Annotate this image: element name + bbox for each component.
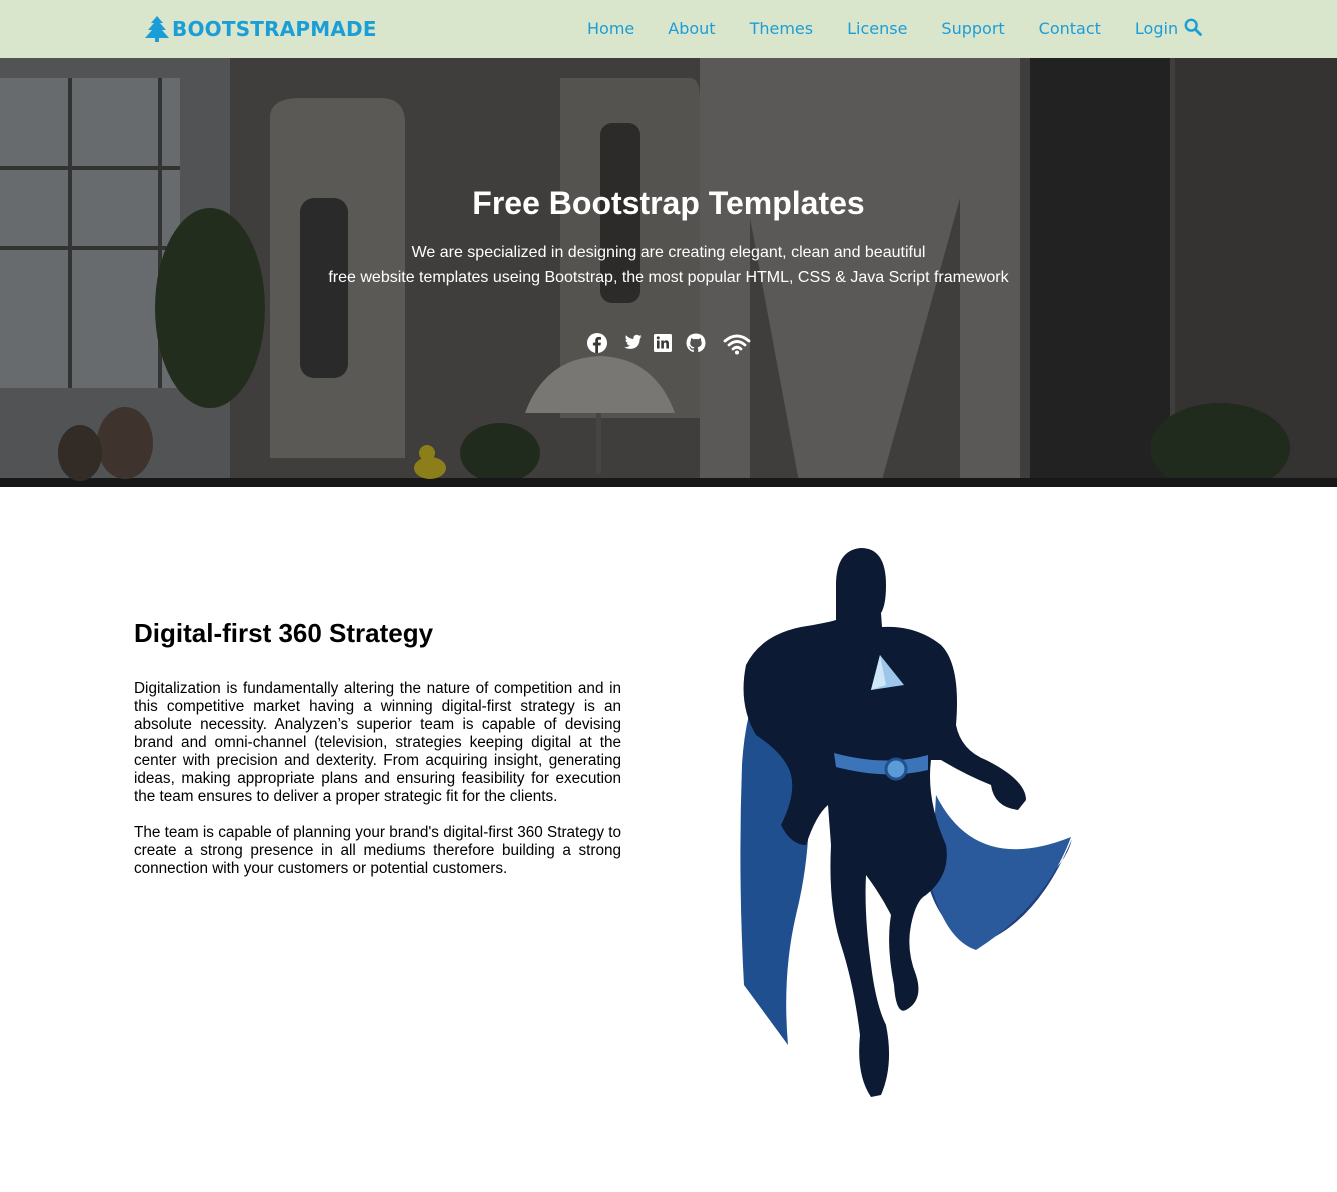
hero-banner: Free Bootstrap Templates We are speciali…	[0, 58, 1337, 487]
nav-support[interactable]: Support	[924, 19, 1021, 38]
nav-license[interactable]: License	[830, 19, 924, 38]
feature-paragraph-2: The team is capable of planning your bra…	[134, 824, 621, 877]
tree-icon	[145, 16, 169, 42]
nav-themes[interactable]: Themes	[733, 19, 831, 38]
hero-subtitle-line2: free website templates useing Bootstrap,…	[328, 269, 1009, 286]
twitter-icon	[623, 334, 641, 349]
nav-home[interactable]: Home	[570, 19, 651, 38]
brand-name: BOOTSTRAPMADE	[172, 17, 377, 41]
hero-title: Free Bootstrap Templates	[472, 185, 865, 221]
github-icon	[686, 333, 705, 352]
social-links	[0, 333, 1337, 355]
nav-menu: Home About Themes License Support Contac…	[570, 16, 1195, 40]
facebook-icon	[586, 333, 607, 353]
rss-link[interactable]	[723, 333, 751, 355]
feature-text: Digitalization is fundamentally altering…	[134, 680, 621, 896]
nav-contact[interactable]: Contact	[1022, 19, 1118, 38]
facebook-link[interactable]	[586, 333, 607, 355]
superhero-illustration	[740, 548, 1072, 1097]
nav-about[interactable]: About	[651, 19, 732, 38]
twitter-link[interactable]	[620, 333, 641, 355]
feature-paragraph-1: Digitalization is fundamentally altering…	[134, 680, 621, 805]
linkedin-icon	[653, 334, 672, 352]
hero-subtitle-line1: We are specialized in designing are crea…	[411, 244, 926, 261]
brand-logo-link[interactable]: BOOTSTRAPMADE	[145, 14, 377, 44]
feature-title: Digital-first 360 Strategy	[134, 618, 434, 648]
github-link[interactable]	[686, 333, 706, 355]
search-icon[interactable]	[1184, 18, 1202, 36]
wifi-icon	[723, 334, 750, 355]
hero-subtitle: We are specialized in designing are crea…	[0, 240, 1337, 290]
linkedin-link[interactable]	[653, 333, 673, 355]
top-navbar: BOOTSTRAPMADE Home About Themes License …	[0, 0, 1337, 58]
